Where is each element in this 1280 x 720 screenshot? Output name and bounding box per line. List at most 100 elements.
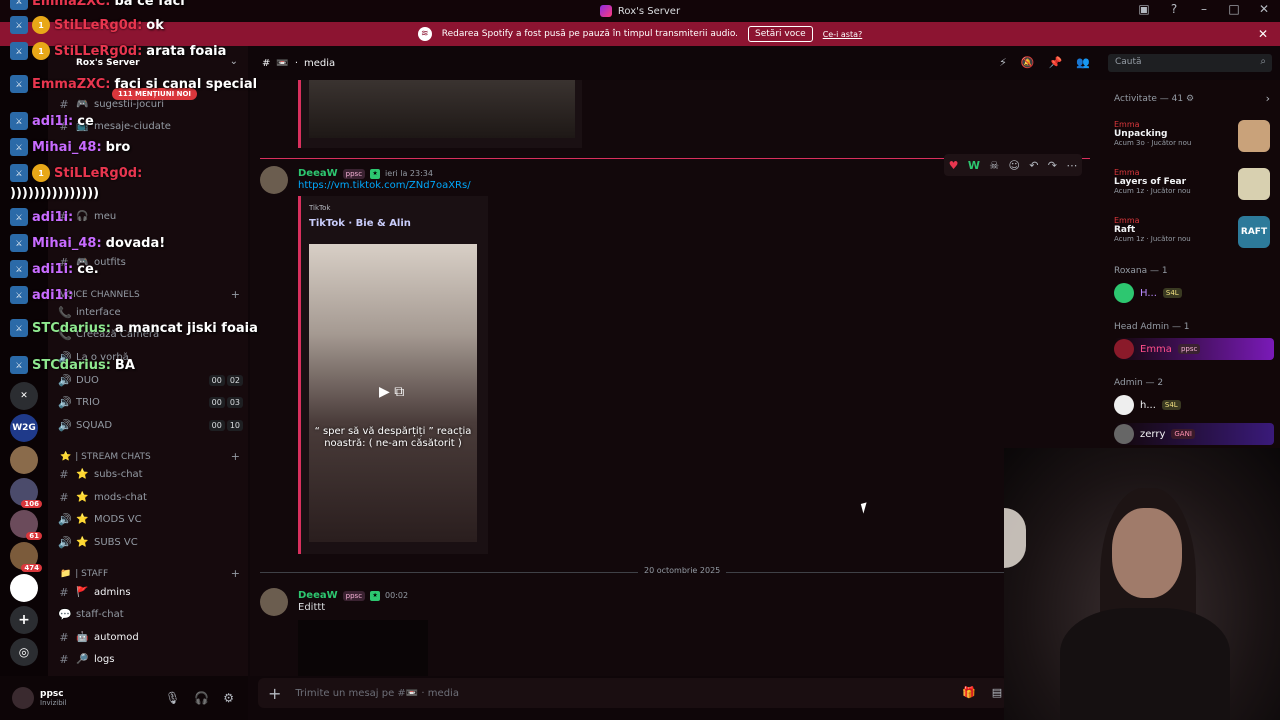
mute-icon[interactable]: 🔕 (1021, 56, 1035, 69)
member-item[interactable]: H... S4L (1114, 282, 1274, 304)
channel-item[interactable]: 💬 staff-chat (58, 604, 243, 624)
server-name[interactable]: Rox's Server (76, 58, 140, 68)
server-icon-4[interactable]: 106 (10, 478, 42, 508)
channel-item[interactable]: # 🚩 admins (58, 582, 243, 602)
voice-channel[interactable]: 🔊 ⭐ MODS VC (58, 509, 243, 529)
gift-icon[interactable]: 🎁 (962, 686, 976, 699)
forward-icon[interactable]: ↷ (1048, 159, 1057, 172)
date-divider: 20 octombrie 2025 (260, 566, 1090, 575)
message-link[interactable]: https://vm.tiktok.com/ZNd7oaXRs/ (298, 180, 471, 191)
pin-icon[interactable]: 📌 (1049, 56, 1063, 69)
maximize-button[interactable]: □ (1226, 2, 1242, 16)
category-staff[interactable]: 📁 | STAFF + (60, 567, 240, 580)
add-reaction-icon[interactable]: ☺ (1008, 159, 1019, 172)
avatar[interactable] (260, 166, 288, 194)
voice-channel[interactable]: 🔊 TRIO 00 03 (58, 392, 243, 412)
unread-badge: 61 (26, 532, 42, 540)
robot-icon: 🤖 (76, 631, 89, 643)
embed-provider: TikTok (309, 204, 331, 212)
headphones-icon[interactable]: 🎧 (194, 691, 209, 705)
skull-reaction-icon[interactable]: ☠ (989, 159, 999, 172)
member-item[interactable]: Emma ppsc (1114, 338, 1274, 360)
composer-placeholder: Trimite un mesaj pe #📼 · media (295, 687, 459, 699)
voice-settings-button[interactable]: Setări voce (748, 26, 813, 42)
channel-item[interactable]: # 🎧 meu (58, 206, 243, 226)
activity-header: Activitate — 41 ⚙ (1114, 94, 1195, 104)
voice-channel[interactable]: 🔊 La o vorbă (58, 347, 243, 367)
w-reaction-icon[interactable]: W (968, 159, 980, 172)
avatar (1114, 424, 1134, 444)
microphone-icon[interactable]: 🎙 (165, 691, 180, 705)
chevron-down-icon[interactable]: ⌄ (230, 56, 238, 67)
add-server-icon[interactable]: + (10, 606, 38, 634)
voice-channel[interactable]: 📞 interface (58, 302, 243, 322)
channel-item[interactable]: # 🔎 logs (58, 649, 243, 669)
message-author[interactable]: DeeaW (298, 168, 338, 179)
voice-channel[interactable]: 🔊 SQUAD 00 10 (58, 415, 243, 435)
channel-item[interactable]: # 📺 mesaje-ciudate (58, 116, 243, 136)
close-button[interactable]: ✕ (1256, 2, 1272, 16)
avatar[interactable] (260, 588, 288, 616)
category-stream-chats[interactable]: ⭐ | STREAM CHATS + (60, 450, 240, 463)
server-icon-6[interactable]: 474 (10, 542, 42, 572)
close-icon[interactable]: ✕ (1258, 27, 1268, 41)
chevron-right-icon[interactable]: › (1266, 92, 1270, 105)
message-actions: ♥ W ☠ ☺ ↶ ↷ ⋯ (944, 154, 1082, 176)
server-icon-2[interactable]: W2G (10, 414, 38, 442)
avatar[interactable] (12, 687, 34, 709)
role-header: Head Admin — 1 (1114, 322, 1190, 332)
member-item[interactable]: zerry GANI (1114, 423, 1274, 445)
gif-icon[interactable]: ▤ (992, 686, 1002, 699)
add-channel-icon[interactable]: + (231, 288, 240, 301)
server-icon-5[interactable]: 61 (10, 510, 42, 540)
activity-card[interactable]: Emma Unpacking Acum 3o · Jucător nou (1114, 120, 1274, 152)
channel-item[interactable]: # ⭐ subs-chat (58, 464, 243, 484)
search-input[interactable]: Caută ⌕ (1108, 54, 1272, 72)
phone-icon: 📞 (58, 327, 72, 341)
server-icon-3[interactable] (10, 446, 38, 474)
channel-item[interactable]: # 🎮 sugestii-jocuri (58, 94, 243, 114)
whats-this-link[interactable]: Ce-i asta? (823, 30, 863, 39)
category-voice[interactable]: VOICE CHANNELS + (60, 288, 240, 301)
image-attachment[interactable] (298, 80, 582, 148)
avatar (1114, 339, 1134, 359)
threads-icon[interactable]: ⚡ (999, 56, 1007, 69)
heart-reaction-icon[interactable]: ♥ (949, 159, 959, 172)
server-icon-7[interactable] (10, 574, 38, 602)
members-icon[interactable]: 👥 (1076, 56, 1090, 69)
message-author[interactable]: DeeaW (298, 590, 338, 601)
voice-channel[interactable]: 🔊 DUO 00 02 (58, 370, 243, 390)
embed-video[interactable]: ▶ ⧉ “ sper să vă despărțiți ” reacția no… (309, 244, 477, 542)
play-icon[interactable]: ▶ ⧉ (379, 384, 404, 400)
add-channel-icon[interactable]: + (231, 567, 240, 580)
minimize-button[interactable]: – (1196, 2, 1212, 16)
reply-icon[interactable]: ↶ (1029, 159, 1038, 172)
username: ppsc (40, 689, 64, 699)
gear-icon[interactable]: ⚙ (1186, 94, 1194, 104)
add-channel-icon[interactable]: + (231, 450, 240, 463)
image-attachment[interactable] (298, 620, 428, 676)
folder-icon: ⭐ (60, 451, 72, 462)
message-list: ♥ W ☠ ☺ ↶ ↷ ⋯ DeeaW ppsc ★ ieri la 23:34… (250, 80, 1100, 676)
game-cover (1238, 120, 1270, 152)
gear-icon[interactable]: ⚙ (223, 691, 234, 705)
inbox-icon[interactable]: ▣ (1136, 2, 1152, 16)
server-icon-1[interactable]: ✕ (10, 382, 38, 410)
video-caption: “ sper să vă despărțiți ” reacția noastr… (314, 426, 472, 449)
guild-tag: ppsc (342, 168, 366, 179)
role-badge-icon: ★ (370, 168, 381, 179)
activity-card[interactable]: Emma Raft Acum 1z · Jucător nou RAFT (1114, 216, 1274, 248)
more-icon[interactable]: ⋯ (1066, 159, 1077, 172)
voice-channel[interactable]: 📞 Creează Cameră (58, 324, 243, 344)
discover-icon[interactable]: ◎ (10, 638, 38, 666)
channel-item[interactable]: # ⭐ mods-chat (58, 487, 243, 507)
activity-card[interactable]: Emma Layers of Fear Acum 1z · Jucător no… (1114, 168, 1274, 200)
channel-item[interactable]: # 🤖 automod (58, 627, 243, 647)
member-item[interactable]: h... S4L (1114, 394, 1274, 416)
add-attachment-icon[interactable]: + (268, 684, 281, 703)
channel-item[interactable]: # 🎮 outfits (58, 252, 243, 272)
voice-channel[interactable]: 🔊 ⭐ SUBS VC (58, 532, 243, 552)
help-icon[interactable]: ? (1166, 2, 1182, 16)
message-composer[interactable]: + Trimite un mesaj pe #📼 · media (258, 678, 1008, 708)
embed-title[interactable]: TikTok · Bie & Alin (309, 218, 411, 229)
